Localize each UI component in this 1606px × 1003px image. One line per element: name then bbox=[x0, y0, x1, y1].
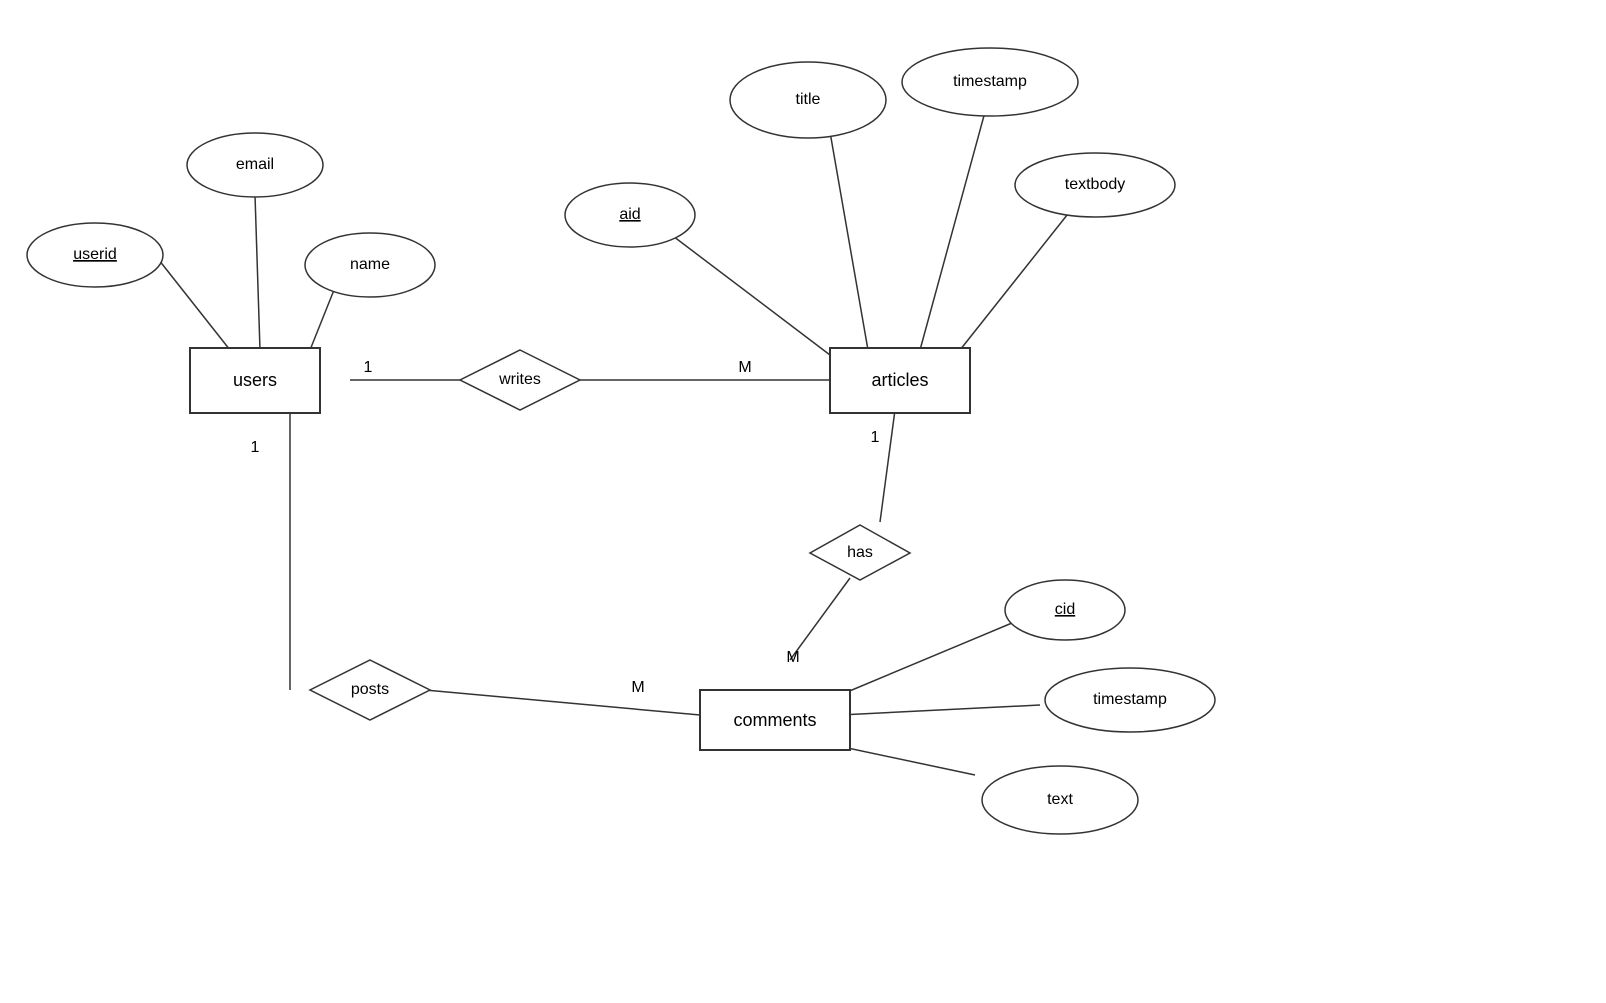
posts-label: posts bbox=[351, 681, 389, 698]
cardinality-m-posts-comments: M bbox=[631, 679, 644, 696]
articles-has-connector bbox=[880, 410, 895, 522]
aid-connector bbox=[665, 230, 830, 355]
posts-comments-connector bbox=[425, 690, 700, 715]
cardinality-1-users-posts: 1 bbox=[251, 439, 260, 456]
users-label: users bbox=[233, 370, 277, 390]
cardinality-1-writes-users: 1 bbox=[364, 359, 373, 376]
title-connector bbox=[830, 132, 868, 350]
name-label: name bbox=[350, 256, 390, 273]
textbody-label: textbody bbox=[1065, 176, 1125, 193]
title-label: title bbox=[796, 91, 821, 108]
timestamp2-label: timestamp bbox=[1093, 691, 1167, 708]
aid-label: aid bbox=[619, 206, 640, 223]
timestamp2-connector bbox=[840, 705, 1040, 715]
cid-label: cid bbox=[1055, 601, 1075, 618]
textbody-connector bbox=[960, 205, 1075, 350]
userid-label: userid bbox=[73, 246, 117, 263]
cardinality-m-writes-articles: M bbox=[738, 359, 751, 376]
timestamp1-connector bbox=[920, 112, 985, 350]
cardinality-1-articles-has: 1 bbox=[871, 429, 880, 446]
email-label: email bbox=[236, 156, 274, 173]
userid-connector bbox=[155, 255, 230, 350]
cardinality-m-has-comments: M bbox=[786, 649, 799, 666]
articles-label: articles bbox=[871, 370, 928, 390]
comments-label: comments bbox=[733, 710, 816, 730]
has-comments-connector bbox=[790, 578, 850, 660]
writes-label: writes bbox=[498, 371, 541, 388]
timestamp1-label: timestamp bbox=[953, 73, 1027, 90]
email-connector bbox=[255, 195, 260, 350]
text-label: text bbox=[1047, 791, 1073, 808]
has-label: has bbox=[847, 544, 873, 561]
cid-connector bbox=[840, 623, 1012, 695]
er-diagram: 1 M 1 M 1 M userid email name aid title … bbox=[0, 0, 1606, 998]
